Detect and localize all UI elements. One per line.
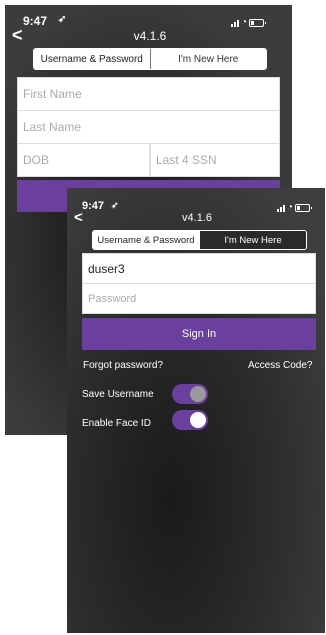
first-name-field[interactable]: First Name — [17, 77, 280, 111]
status-indicators: ◔ — [277, 202, 313, 213]
location-arrow-icon: ➶ — [111, 200, 119, 210]
wifi-icon: ◔ — [287, 202, 294, 213]
status-time: 9:47 — [82, 200, 105, 212]
first-name-placeholder: First Name — [23, 87, 82, 101]
status-time: 9:47 — [23, 14, 48, 28]
password-field[interactable]: Password — [82, 283, 316, 314]
battery-icon — [295, 204, 313, 212]
tab-im-new-here[interactable]: I'm New Here — [199, 231, 306, 249]
tab-username-password[interactable]: Username & Password — [34, 49, 151, 69]
signal-icon — [277, 204, 285, 212]
version-label: v4.1.6 — [182, 212, 212, 224]
battery-icon — [249, 19, 267, 27]
ssn-field[interactable]: Last 4 SSN — [150, 143, 280, 177]
wifi-icon: ◔ — [241, 17, 248, 28]
status-indicators: ◔ — [231, 17, 267, 28]
sign-in-label: Sign In — [181, 328, 217, 340]
toggle-knob — [190, 386, 206, 402]
signal-icon — [231, 19, 239, 27]
save-username-label: Save Username — [82, 389, 154, 400]
username-value: duser3 — [88, 261, 125, 276]
password-placeholder: Password — [88, 292, 137, 305]
enable-face-id-toggle[interactable] — [172, 410, 208, 430]
access-code-link[interactable]: Access Code? — [248, 360, 312, 371]
toggle-knob — [190, 412, 206, 428]
version-label: v4.1.6 — [133, 29, 167, 43]
save-username-toggle[interactable] — [172, 384, 208, 404]
last-name-field[interactable]: Last Name — [17, 110, 280, 144]
dob-placeholder: DOB — [23, 153, 50, 167]
forgot-password-link[interactable]: Forgot password? — [83, 360, 163, 371]
location-arrow-icon: ➶ — [58, 14, 67, 25]
username-field[interactable]: duser3 — [82, 253, 316, 284]
enable-face-id-label: Enable Face ID — [82, 418, 151, 429]
login-mode-tabs: Username & Password I'm New Here — [92, 230, 307, 250]
tab-username-password[interactable]: Username & Password — [93, 231, 199, 249]
tab-im-new-here[interactable]: I'm New Here — [150, 49, 266, 69]
dob-field[interactable]: DOB — [17, 143, 150, 177]
sign-in-button[interactable]: Sign In — [82, 318, 316, 350]
login-screen: 9:47 ➶ ◔ < v4.1.6 Username & Password I'… — [67, 188, 325, 633]
back-chevron-icon[interactable]: < — [74, 209, 83, 226]
last-name-placeholder: Last Name — [23, 120, 82, 134]
ssn-placeholder: Last 4 SSN — [156, 153, 217, 167]
login-mode-tabs: Username & Password I'm New Here — [33, 48, 267, 70]
back-chevron-icon[interactable]: < — [12, 25, 23, 46]
